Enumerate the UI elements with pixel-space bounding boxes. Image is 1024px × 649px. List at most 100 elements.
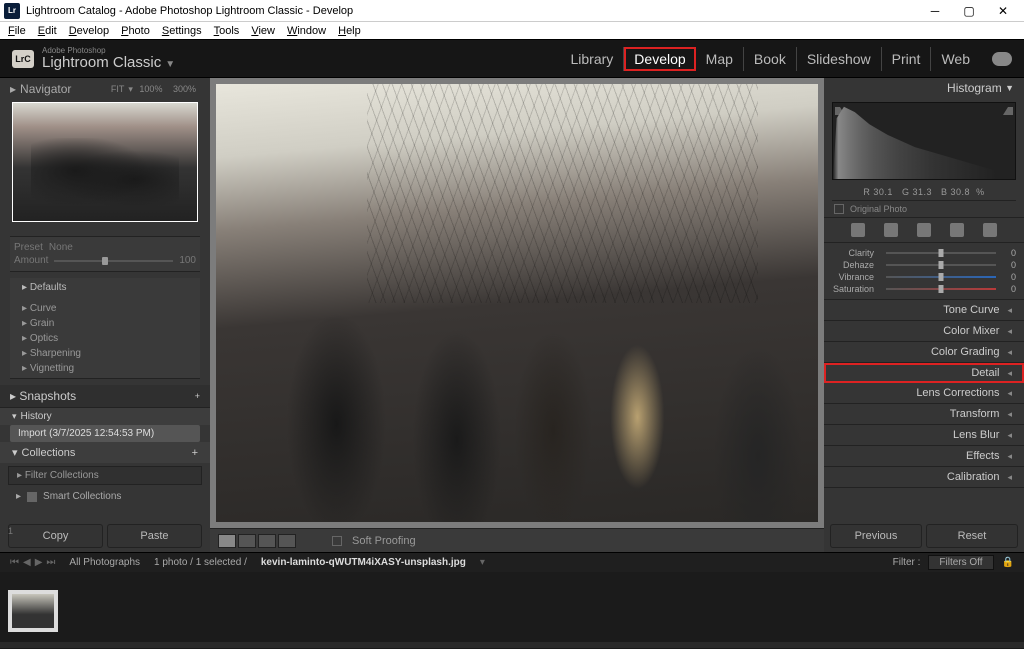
module-library[interactable]: Library: [561, 47, 625, 71]
section-detail[interactable]: Detail◂: [824, 363, 1024, 383]
menu-view[interactable]: View: [245, 23, 281, 39]
filmstrip-scrollbar[interactable]: [0, 642, 1024, 648]
last-photo-button[interactable]: ⏭: [46, 557, 55, 568]
navigator-zoom[interactable]: FIT▾ 100% 300%: [107, 84, 200, 95]
menu-file[interactable]: File: [2, 23, 32, 39]
module-develop[interactable]: Develop: [624, 47, 695, 71]
crop-tool-icon[interactable]: [851, 223, 865, 237]
module-web[interactable]: Web: [931, 47, 980, 71]
cloud-sync-icon[interactable]: [992, 52, 1012, 66]
filter-dropdown[interactable]: Filters Off: [928, 555, 993, 570]
history-header[interactable]: ▾History: [0, 408, 210, 425]
brand-product[interactable]: Lightroom Classic▼: [42, 55, 175, 70]
highlight-clip-icon[interactable]: [1003, 105, 1013, 115]
section-lens-blur[interactable]: Lens Blur◂: [824, 425, 1024, 446]
previous-button[interactable]: Previous: [830, 524, 922, 548]
breadcrumb-bar: ⏮ ◀ ▶ ⏭ All Photographs 1 photo / 1 sele…: [0, 552, 1024, 572]
main-photo[interactable]: [216, 84, 818, 522]
workspace: ▸ Navigator FIT▾ 100% 300% Preset None A…: [0, 78, 1024, 552]
dehaze-slider[interactable]: [886, 264, 996, 266]
nav-arrows: ⏮ ◀ ▶ ⏭: [10, 557, 55, 568]
menu-photo[interactable]: Photo: [115, 23, 156, 39]
menu-settings[interactable]: Settings: [156, 23, 208, 39]
section-lens-corrections[interactable]: Lens Corrections◂: [824, 383, 1024, 404]
snapshots-header[interactable]: ▸ Snapshots+: [0, 385, 210, 408]
saturation-row: Saturation 0: [832, 283, 1016, 295]
filter-tool-icon[interactable]: [983, 223, 997, 237]
histogram-header[interactable]: Histogram ▼: [824, 78, 1024, 98]
menu-develop[interactable]: Develop: [63, 23, 115, 39]
clarity-row: Clarity 0: [832, 247, 1016, 259]
module-print[interactable]: Print: [882, 47, 932, 71]
right-button-row: Previous Reset: [824, 520, 1024, 552]
section-calibration[interactable]: Calibration◂: [824, 467, 1024, 488]
module-map[interactable]: Map: [696, 47, 744, 71]
close-button[interactable]: ✕: [986, 1, 1020, 21]
dehaze-row: Dehaze 0: [832, 259, 1016, 271]
reference-view-button[interactable]: [278, 534, 296, 548]
preset-defaults[interactable]: ▸ Defaults: [16, 280, 194, 295]
smart-collections-item[interactable]: ▸Smart Collections: [8, 488, 202, 505]
section-effects[interactable]: Effects◂: [824, 446, 1024, 467]
filmstrip-thumb[interactable]: [8, 590, 58, 632]
menu-tools[interactable]: Tools: [208, 23, 246, 39]
copy-button[interactable]: Copy: [8, 524, 103, 548]
section-tone-curve[interactable]: Tone Curve◂: [824, 300, 1024, 321]
vibrance-slider[interactable]: [886, 276, 996, 278]
menu-help[interactable]: Help: [332, 23, 367, 39]
soft-proof-checkbox[interactable]: [332, 536, 342, 546]
module-book[interactable]: Book: [744, 47, 797, 71]
next-photo-button[interactable]: ▶: [35, 557, 43, 568]
prev-photo-button[interactable]: ◀: [23, 557, 31, 568]
healing-tool-icon[interactable]: [884, 223, 898, 237]
loupe-view-button[interactable]: [218, 534, 236, 548]
before-after-tb-button[interactable]: [258, 534, 276, 548]
module-slideshow[interactable]: Slideshow: [797, 47, 882, 71]
minimize-button[interactable]: ─: [918, 1, 952, 21]
preset-grain[interactable]: ▸ Grain: [16, 316, 194, 331]
filter-label: Filter :: [893, 557, 921, 568]
brand-block: LrC Adobe Photoshop Lightroom Classic▼: [12, 47, 175, 70]
paste-button[interactable]: Paste: [107, 524, 202, 548]
center-area: Soft Proofing: [210, 78, 824, 552]
preset-vignetting[interactable]: ▸ Vignetting: [16, 361, 194, 376]
menubar: File Edit Develop Photo Settings Tools V…: [0, 22, 1024, 40]
preset-sharpening[interactable]: ▸ Sharpening: [16, 346, 194, 361]
saturation-slider[interactable]: [886, 288, 996, 290]
filter-lock-icon[interactable]: 🔒: [1002, 557, 1014, 568]
crumb-filename: kevin-laminto-qWUTM4iXASY-unsplash.jpg: [261, 557, 466, 568]
before-after-lr-button[interactable]: [238, 534, 256, 548]
section-color-grading[interactable]: Color Grading◂: [824, 342, 1024, 363]
module-header: LrC Adobe Photoshop Lightroom Classic▼ L…: [0, 40, 1024, 78]
preset-value: None: [49, 242, 73, 253]
amount-slider[interactable]: [54, 260, 173, 262]
redeye-tool-icon[interactable]: [950, 223, 964, 237]
clarity-slider[interactable]: [886, 252, 996, 254]
navigator-header[interactable]: ▸ Navigator FIT▾ 100% 300%: [0, 78, 210, 100]
original-photo-row[interactable]: Original Photo: [824, 201, 1024, 218]
preset-curve[interactable]: ▸ Curve: [16, 301, 194, 316]
filter-group: Filter : Filters Off 🔒: [893, 555, 1014, 570]
navigator-preview[interactable]: [12, 102, 198, 222]
first-photo-button[interactable]: ⏮: [10, 557, 19, 568]
vibrance-row: Vibrance 0: [832, 271, 1016, 283]
brand-text: Adobe Photoshop Lightroom Classic▼: [42, 47, 175, 70]
histogram-display[interactable]: [832, 102, 1016, 180]
soft-proof-label: Soft Proofing: [352, 535, 416, 547]
history-entry[interactable]: Import (3/7/2025 12:54:53 PM): [10, 425, 200, 442]
window-titlebar: Lr Lightroom Catalog - Adobe Photoshop L…: [0, 0, 1024, 22]
section-color-mixer[interactable]: Color Mixer◂: [824, 321, 1024, 342]
rgb-readout: R 30.1 G 31.3 B 30.8 %: [832, 184, 1016, 201]
filmstrip[interactable]: 1: [0, 572, 1024, 642]
mask-tool-icon[interactable]: [917, 223, 931, 237]
menu-edit[interactable]: Edit: [32, 23, 63, 39]
reset-button[interactable]: Reset: [926, 524, 1018, 548]
collections-header[interactable]: ▾Collections +: [0, 442, 210, 463]
menu-window[interactable]: Window: [281, 23, 332, 39]
filter-collections-input[interactable]: ▸ Filter Collections: [8, 466, 202, 485]
preset-optics[interactable]: ▸ Optics: [16, 331, 194, 346]
maximize-button[interactable]: ▢: [952, 1, 986, 21]
section-transform[interactable]: Transform◂: [824, 404, 1024, 425]
left-panel: ▸ Navigator FIT▾ 100% 300% Preset None A…: [0, 78, 210, 552]
crumb-folder[interactable]: All Photographs: [69, 557, 140, 568]
